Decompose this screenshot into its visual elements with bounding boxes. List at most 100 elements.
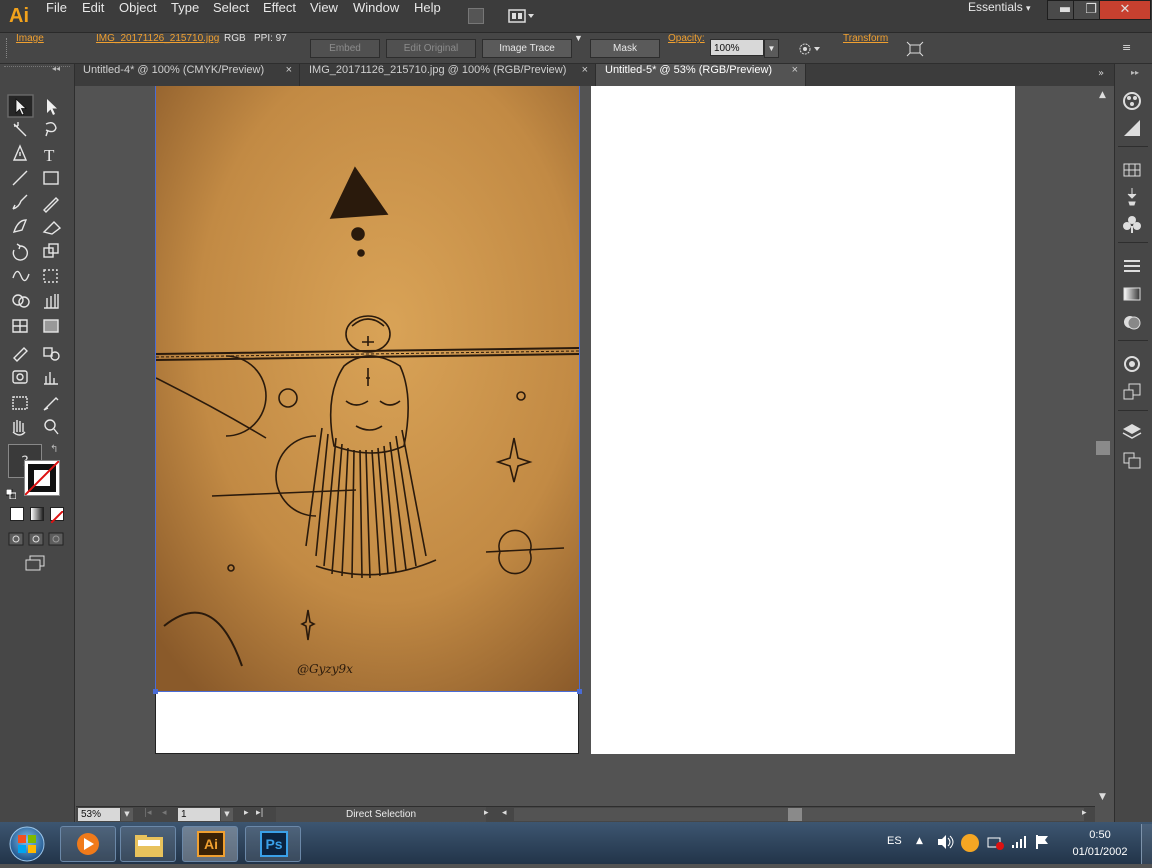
appearance-icon[interactable] xyxy=(1120,354,1144,376)
status-bar: 53% ▼ |◂ ◂ 1 ▼ ▸ ▸| Direct Selection ▸ ◂… xyxy=(76,806,1095,823)
signal-icon[interactable] xyxy=(1010,834,1028,850)
expand-panels-icon[interactable]: ▸▸ xyxy=(1131,68,1139,77)
next-artboard-icon[interactable]: ▸ xyxy=(244,808,249,818)
show-hidden-icons-icon[interactable]: ▲ xyxy=(916,836,923,846)
menu-view[interactable]: View xyxy=(310,0,338,32)
isolate-icon[interactable] xyxy=(906,41,924,57)
gradient-icon[interactable] xyxy=(1120,284,1144,306)
color-guide-icon[interactable] xyxy=(1120,90,1144,112)
artboard-2[interactable] xyxy=(591,86,1015,754)
taskbar-illustrator[interactable]: Ai xyxy=(182,826,238,862)
menu-help[interactable]: Help xyxy=(414,0,441,32)
menu-effect[interactable]: Effect xyxy=(263,0,296,32)
artboard-number-input[interactable]: 1 xyxy=(178,808,220,821)
edit-original-button[interactable]: Edit Original xyxy=(386,39,476,58)
screen-mode-icon[interactable] xyxy=(24,555,46,571)
first-artboard-icon[interactable]: |◂ xyxy=(144,808,152,818)
selection-handle[interactable] xyxy=(153,689,158,694)
bridge-icon[interactable] xyxy=(468,8,484,24)
symbols-icon[interactable] xyxy=(1120,214,1144,236)
tabs-overflow-icon[interactable]: » xyxy=(1098,68,1112,82)
close-icon[interactable]: × xyxy=(792,64,798,76)
last-artboard-icon[interactable]: ▸| xyxy=(256,808,264,818)
scroll-left-icon[interactable]: ◂ xyxy=(502,808,507,818)
language-indicator[interactable]: ES xyxy=(887,835,902,847)
swatches-icon[interactable] xyxy=(1120,160,1144,182)
linked-file-link[interactable]: IMG_20171126_215710.jpg xyxy=(96,33,219,63)
embed-button[interactable]: Embed xyxy=(310,39,380,58)
taskbar-file-explorer[interactable] xyxy=(120,826,176,862)
opacity-input[interactable]: 100% xyxy=(710,39,764,56)
close-icon[interactable]: × xyxy=(286,64,292,76)
artboards-icon[interactable] xyxy=(1120,450,1144,472)
clock-time[interactable]: 0:50 xyxy=(1070,829,1130,841)
panel-separator xyxy=(1118,146,1148,147)
opacity-dropdown-icon[interactable]: ▼ xyxy=(764,39,779,58)
placed-image[interactable] xyxy=(156,86,579,691)
control-bar: Image IMG_20171126_215710.jpg RGB PPI: 9… xyxy=(0,33,1152,64)
start-button[interactable] xyxy=(4,824,50,864)
image-trace-dropdown-icon[interactable]: ▼ xyxy=(574,33,583,63)
network-icon[interactable] xyxy=(986,834,1004,850)
show-desktop-button[interactable] xyxy=(1141,824,1152,864)
stroke-swatch[interactable] xyxy=(24,460,60,496)
mask-button[interactable]: Mask xyxy=(590,39,660,58)
tab-untitled-5[interactable]: Untitled-5* @ 53% (RGB/Preview) × xyxy=(596,64,806,86)
volume-icon[interactable] xyxy=(936,834,954,850)
scroll-thumb[interactable] xyxy=(1096,441,1110,455)
clock-date[interactable]: 01/01/2002 xyxy=(1060,846,1140,858)
zoom-dropdown-icon[interactable]: ▼ xyxy=(121,808,133,821)
gradient-mode-icon[interactable] xyxy=(30,507,44,521)
default-fill-stroke-icon[interactable] xyxy=(5,484,17,500)
menu-select[interactable]: Select xyxy=(213,0,249,32)
artboard-dropdown-icon[interactable]: ▼ xyxy=(221,808,233,821)
transparency-icon[interactable] xyxy=(1120,312,1144,334)
draw-mode-icons[interactable] xyxy=(8,531,66,546)
opacity-label[interactable]: Opacity: xyxy=(668,33,705,63)
menu-edit[interactable]: Edit xyxy=(82,0,104,32)
illustrator-taskbar-icon: Ai xyxy=(197,831,225,857)
vertical-scrollbar[interactable]: ▲ ▼ xyxy=(1095,86,1112,806)
layers-icon[interactable] xyxy=(1120,422,1144,444)
object-type-label[interactable]: Image xyxy=(16,33,44,63)
image-signature: @Gyzy9x xyxy=(297,662,353,676)
svg-text:T: T xyxy=(44,146,55,165)
zoom-input[interactable]: 53% xyxy=(78,808,120,821)
menu-type[interactable]: Type xyxy=(171,0,199,32)
scroll-right-icon[interactable]: ▸ xyxy=(1082,808,1087,818)
image-trace-button[interactable]: Image Trace xyxy=(482,39,572,58)
swap-fill-stroke-icon[interactable]: ↰ xyxy=(50,444,58,455)
color-icon[interactable] xyxy=(1120,118,1144,140)
status-menu-icon[interactable]: ▸ xyxy=(484,808,489,818)
tab-untitled-4[interactable]: Untitled-4* @ 100% (CMYK/Preview) × xyxy=(74,64,300,86)
color-mode-icon[interactable] xyxy=(10,507,24,521)
scroll-down-icon[interactable]: ▼ xyxy=(1099,792,1106,802)
menu-object[interactable]: Object xyxy=(119,0,157,32)
previous-artboard-icon[interactable]: ◂ xyxy=(162,808,167,818)
scroll-up-icon[interactable]: ▲ xyxy=(1099,90,1106,100)
brushes-icon[interactable] xyxy=(1120,186,1144,208)
menu-window[interactable]: Window xyxy=(353,0,399,32)
close-button[interactable]: ✕ xyxy=(1099,0,1151,20)
arrange-documents-icon[interactable] xyxy=(508,8,536,24)
horizontal-scrollbar[interactable] xyxy=(514,808,1084,821)
horizontal-scroll-thumb[interactable] xyxy=(788,808,802,821)
none-mode-icon[interactable] xyxy=(50,507,64,524)
ppi-label: PPI: 97 xyxy=(254,33,287,44)
transform-link[interactable]: Transform xyxy=(843,33,888,63)
graphic-styles-icon[interactable] xyxy=(1120,382,1144,404)
selection-handle[interactable] xyxy=(577,689,582,694)
taskbar-photoshop[interactable]: Ps xyxy=(245,826,301,862)
workspace-switcher[interactable]: Essentials ▾ xyxy=(968,0,1031,32)
grip-icon xyxy=(6,38,10,58)
taskbar-media-player[interactable] xyxy=(60,826,116,862)
menu-file[interactable]: File xyxy=(46,0,67,32)
avast-icon[interactable] xyxy=(961,834,979,852)
illustrator-logo: Ai xyxy=(9,5,29,27)
action-center-flag-icon[interactable] xyxy=(1034,834,1052,850)
recolor-icon[interactable] xyxy=(798,41,822,57)
stroke-icon[interactable] xyxy=(1120,256,1144,278)
close-icon[interactable]: × xyxy=(582,64,588,76)
panel-menu-icon[interactable]: ≡ xyxy=(1122,41,1138,55)
tab-img-jpg[interactable]: IMG_20171126_215710.jpg @ 100% (RGB/Prev… xyxy=(300,64,596,86)
